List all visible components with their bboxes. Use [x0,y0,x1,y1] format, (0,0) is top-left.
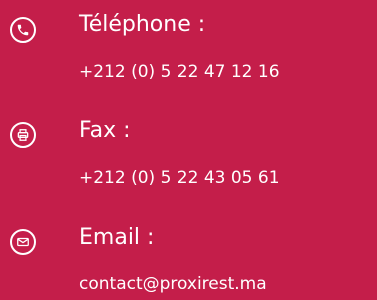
phone-number-link[interactable]: +212 (0) 5 22 47 12 16 [79,61,280,83]
email-address-link[interactable]: contact@proxirest.ma [79,273,267,295]
phone-label: Téléphone : [79,12,206,37]
email-label: Email : [79,225,155,250]
fax-label: Fax : [79,118,131,143]
envelope-icon [10,229,36,255]
fax-number-link[interactable]: +212 (0) 5 22 43 05 61 [79,167,280,189]
phone-icon [10,17,36,43]
printer-icon [10,122,36,148]
